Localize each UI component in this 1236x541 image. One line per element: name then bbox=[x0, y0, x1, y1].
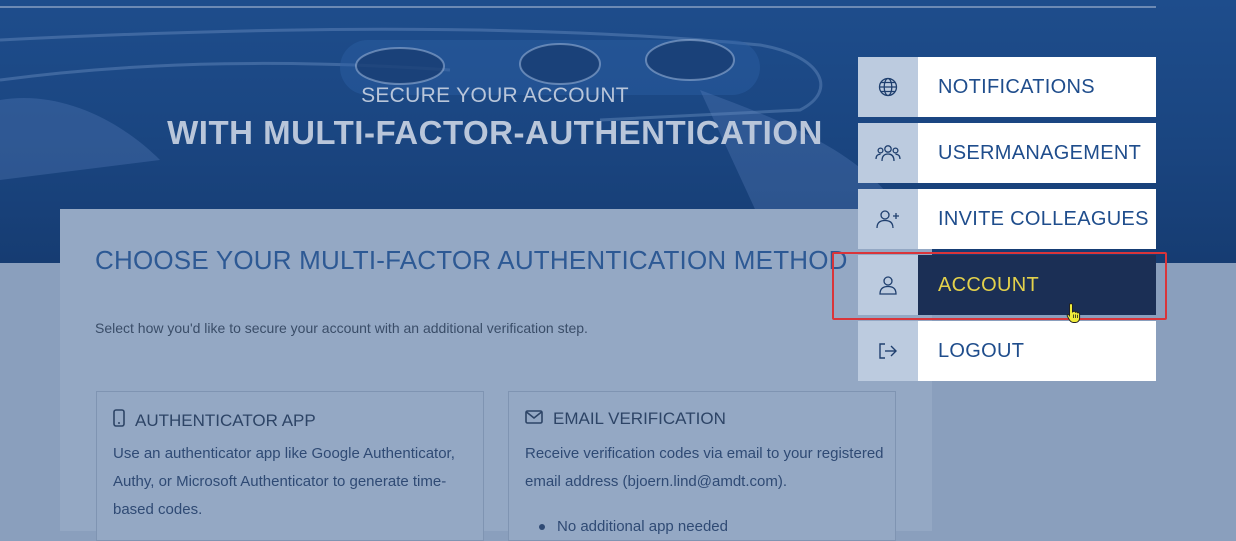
method-title: EMAIL VERIFICATION bbox=[553, 409, 726, 428]
users-icon bbox=[858, 123, 918, 183]
method-description: Receive verification codes via email to … bbox=[525, 445, 884, 490]
method-header: AUTHENTICATOR APP bbox=[113, 409, 316, 432]
email-verification-option[interactable]: EMAIL VERIFICATION Receive verification … bbox=[508, 391, 896, 541]
mfa-method-panel: CHOOSE YOUR MULTI-FACTOR AUTHENTICATION … bbox=[60, 209, 932, 541]
menu-item-label: NOTIFICATIONS bbox=[918, 57, 1156, 117]
hero-subtitle: SECURE YOUR ACCOUNT bbox=[361, 84, 629, 107]
method-description: Use an authenticator app like Google Aut… bbox=[113, 445, 455, 518]
bullet-icon bbox=[539, 523, 545, 530]
envelope-icon bbox=[525, 409, 543, 429]
menu-item-invite-colleagues[interactable]: INVITE COLLEAGUES bbox=[858, 189, 1156, 249]
highlight-annotation bbox=[832, 252, 1167, 320]
menu-item-notifications[interactable]: NOTIFICATIONS bbox=[858, 57, 1156, 117]
list-item: No additional app needed bbox=[539, 518, 728, 535]
menu-item-label: LOGOUT bbox=[918, 321, 1156, 381]
menu-item-logout[interactable]: LOGOUT bbox=[858, 321, 1156, 381]
globe-icon bbox=[858, 57, 918, 117]
logout-icon bbox=[858, 321, 918, 381]
method-title: AUTHENTICATOR APP bbox=[135, 410, 316, 430]
method-header: EMAIL VERIFICATION bbox=[525, 409, 726, 429]
menu-item-usermanagement[interactable]: USERMANAGEMENT bbox=[858, 123, 1156, 183]
authenticator-app-option[interactable]: AUTHENTICATOR APP Use an authenticator a… bbox=[96, 391, 484, 541]
bullet-text: No additional app needed bbox=[557, 518, 728, 535]
page-title: CHOOSE YOUR MULTI-FACTOR AUTHENTICATION … bbox=[95, 245, 848, 275]
user-plus-icon bbox=[858, 189, 918, 249]
menu-item-label: INVITE COLLEAGUES bbox=[918, 189, 1156, 249]
hero-title: WITH MULTI-FACTOR-AUTHENTICATION bbox=[167, 114, 823, 151]
panel-description: Select how you'd like to secure your acc… bbox=[95, 320, 588, 336]
hand-cursor-icon bbox=[1066, 302, 1084, 328]
menu-item-label: USERMANAGEMENT bbox=[918, 123, 1156, 183]
smartphone-icon bbox=[113, 409, 125, 432]
